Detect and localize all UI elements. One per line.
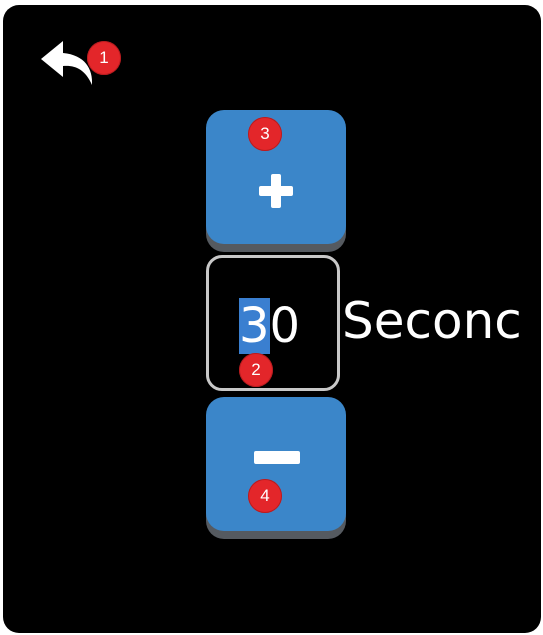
marker-badge: 4 [248,479,282,513]
minus-icon [254,451,300,464]
marker-badge: 2 [239,353,273,387]
selected-digit: 3 [239,298,270,354]
seconds-value-field[interactable]: 30 [206,255,340,391]
decrement-button[interactable] [206,397,346,531]
marker-badge: 1 [87,41,121,75]
marker-badge: 3 [248,117,282,151]
value-rest: 0 [269,298,301,354]
unit-label: Seconc [342,292,522,350]
seconds-value: 30 [239,298,300,354]
app-panel: 30 Seconc [3,5,541,633]
